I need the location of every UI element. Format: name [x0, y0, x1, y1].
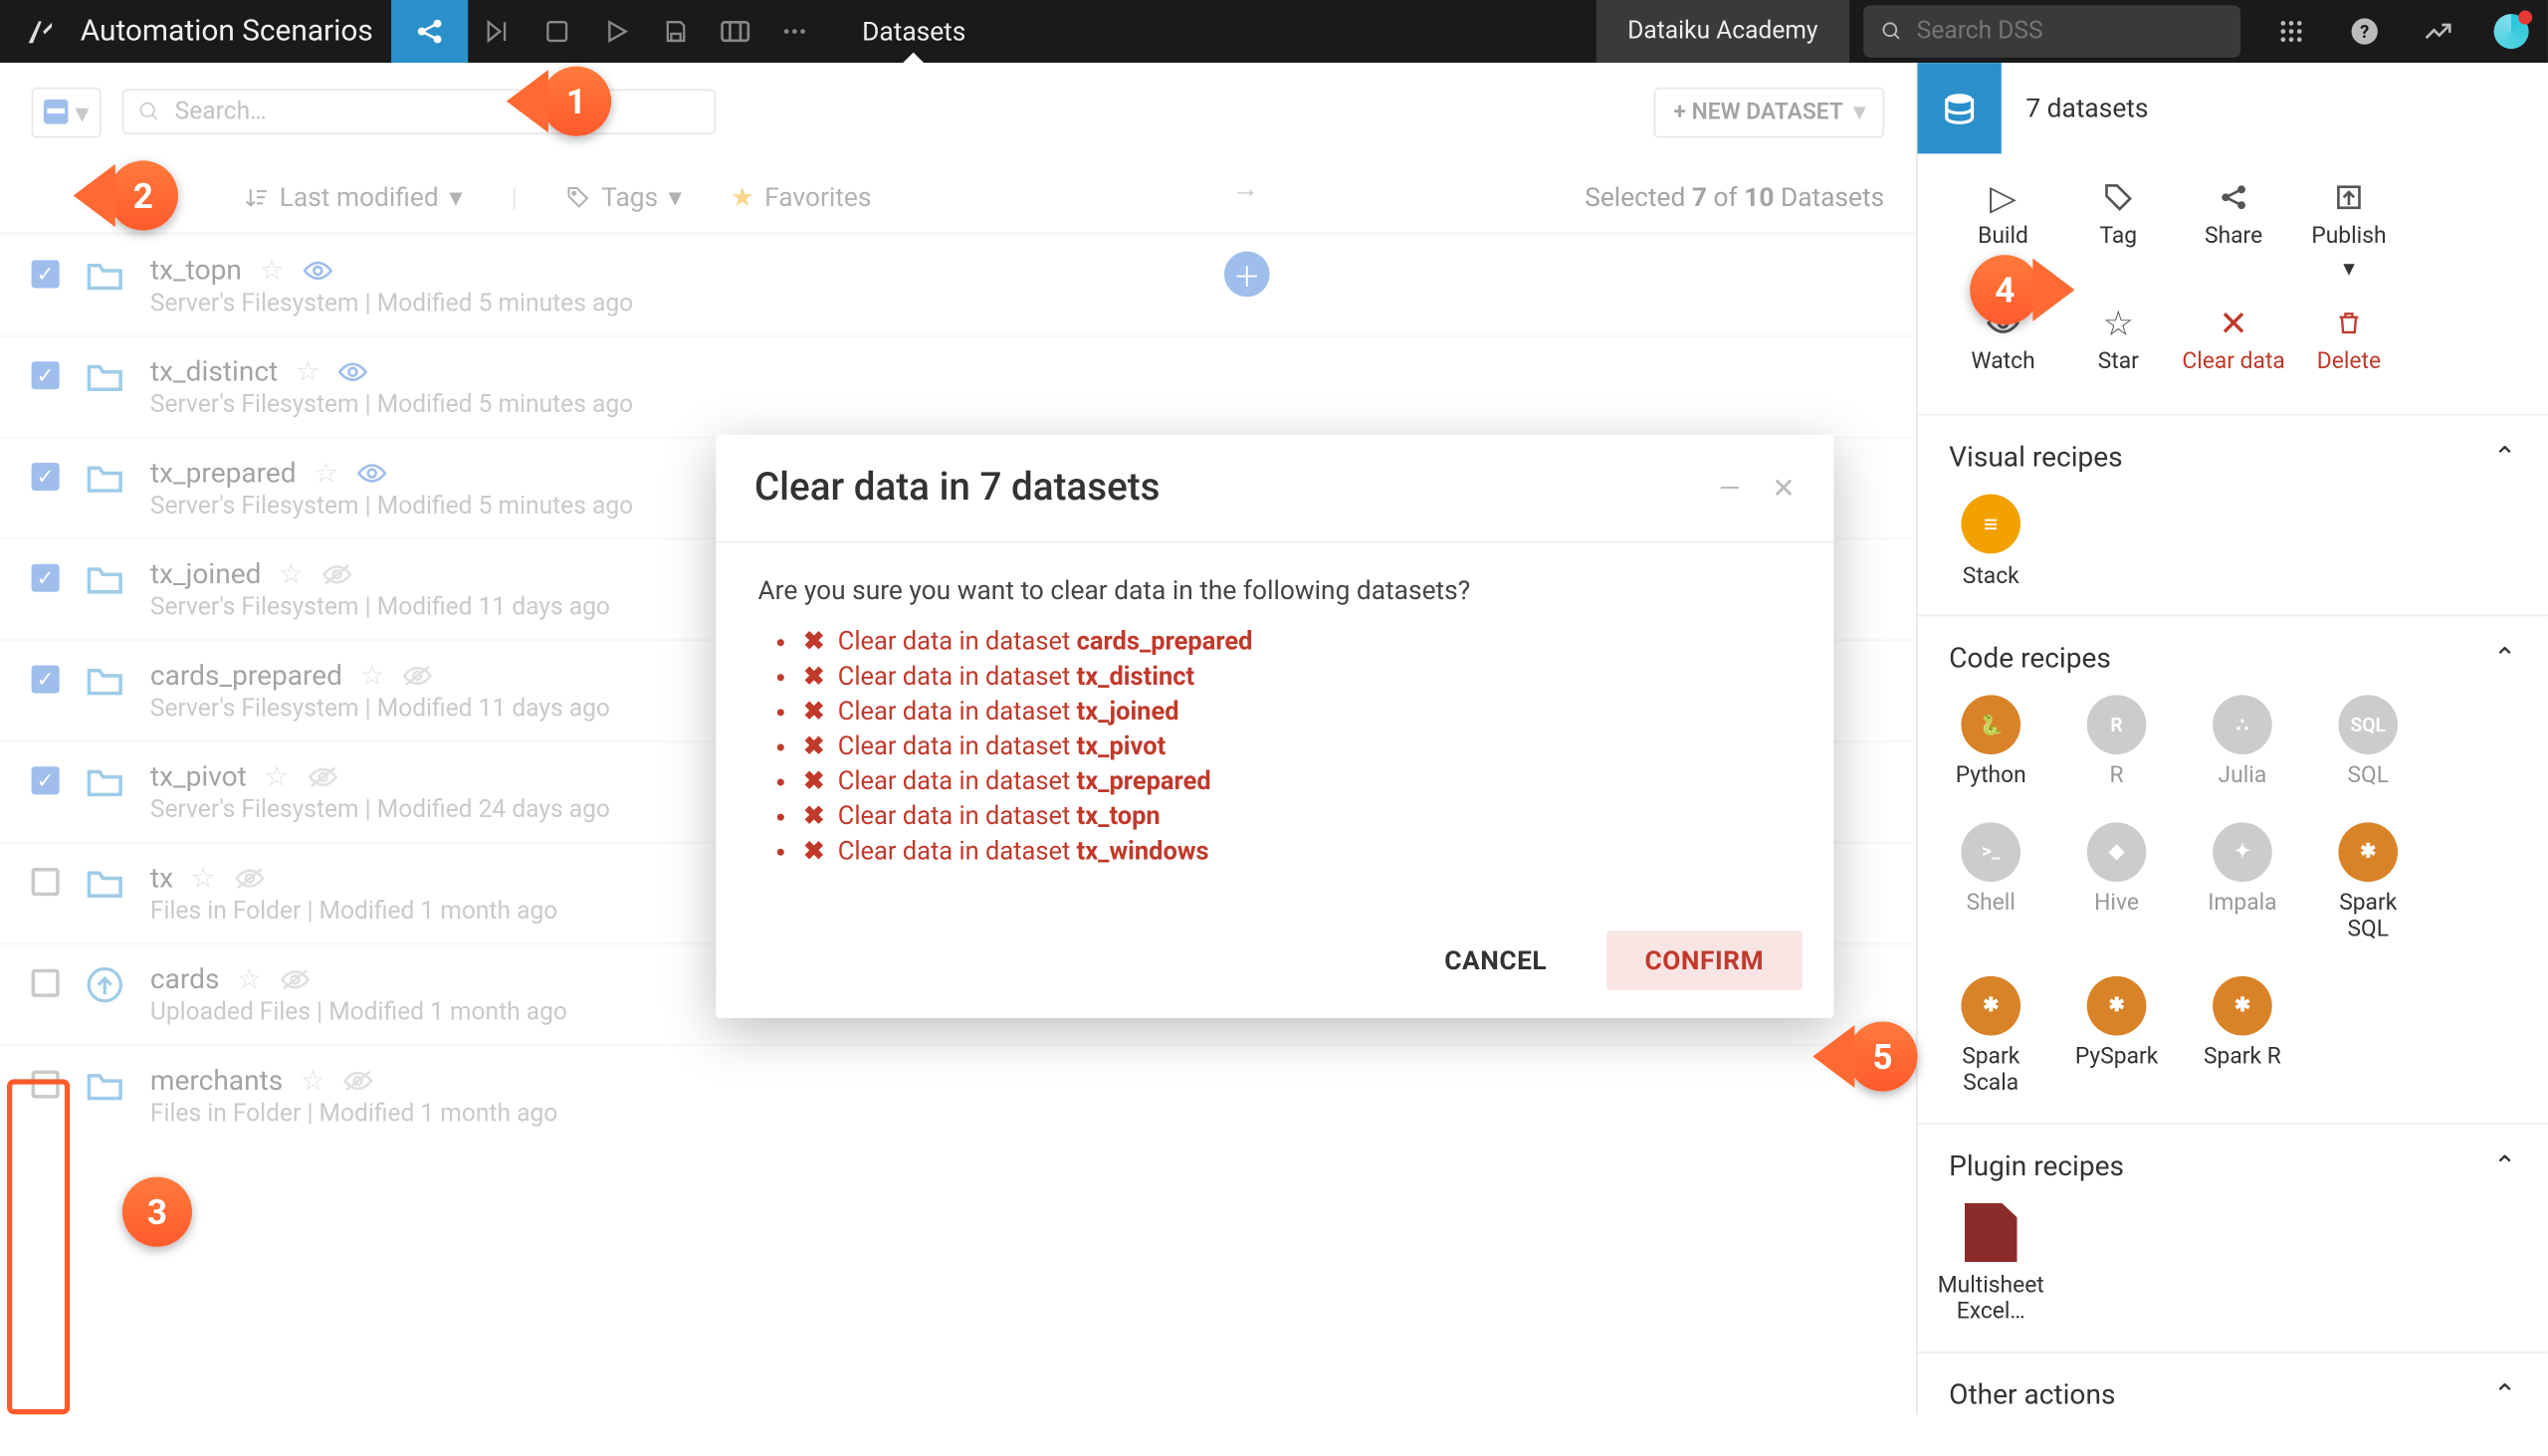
top-nav: Automation Scenarios Datasets Dataiku Ac…	[0, 0, 2548, 63]
modal-clear-item: ✖ Clear data in dataset tx_topn	[803, 801, 1792, 831]
svg-text:?: ?	[2360, 22, 2369, 43]
action-publish[interactable]: Publish ▾	[2291, 178, 2407, 283]
apps-icon[interactable]	[2254, 0, 2328, 63]
action-tag[interactable]: Tag	[2060, 178, 2176, 283]
recipe-pyspark[interactable]: ✱PySpark	[2074, 975, 2158, 1098]
modal-clear-item: ✖ Clear data in dataset tx_prepared	[803, 766, 1792, 796]
modal-minimize[interactable]: —	[1719, 472, 1741, 505]
chevron-icon[interactable]: ⌃	[2493, 1148, 2517, 1181]
right-panel-actions: ▷Build Tag Share Publish ▾ Watch ☆Star ✕…	[1918, 153, 2548, 415]
callout-3-box	[7, 1079, 70, 1414]
datasets-icon	[1918, 63, 2002, 153]
modal-title: Clear data in 7 datasets	[754, 466, 1161, 510]
action-star[interactable]: ☆Star	[2060, 304, 2176, 375]
callout-2: 2	[108, 160, 178, 230]
modal-clear-item: ✖ Clear data in dataset tx_windows	[803, 836, 1792, 866]
modal-clear-item: ✖ Clear data in dataset cards_prepared	[803, 627, 1792, 657]
chevron-icon[interactable]: ⌃	[2493, 641, 2517, 674]
modal-question: Are you sure you want to clear data in t…	[757, 574, 1792, 606]
academy-link[interactable]: Dataiku Academy	[1596, 0, 1849, 63]
modal-clear-item: ✖ Clear data in dataset tx_joined	[803, 697, 1792, 727]
right-panel-title: 7 datasets	[2002, 93, 2149, 124]
nav-icon-more[interactable]	[764, 0, 824, 63]
recipe-python[interactable]: 🐍Python	[1949, 695, 2032, 790]
tab-datasets[interactable]: Datasets	[824, 0, 1004, 63]
section-other-actions: Other actions ⌃	[1918, 1353, 2548, 1456]
main-panel: ▾ + NEW DATASET▾ Last modified▾ |	[0, 63, 1916, 1414]
global-search[interactable]	[1863, 5, 2240, 58]
right-panel: 7 datasets ▷Build Tag Share Publish ▾ Wa…	[1916, 63, 2548, 1414]
recipe-impala[interactable]: ✦Impala	[2201, 822, 2284, 944]
nav-icon-1[interactable]	[468, 0, 528, 63]
modal-clear-item: ✖ Clear data in dataset tx_distinct	[803, 662, 1792, 692]
modal-close[interactable]: ✕	[1772, 472, 1796, 505]
nav-icon-grid[interactable]	[705, 0, 764, 63]
confirm-button[interactable]: CONFIRM	[1606, 931, 1803, 990]
nav-icon-play[interactable]	[586, 0, 646, 63]
recipe-spark-r[interactable]: ✱Spark R	[2201, 975, 2284, 1098]
callout-1: 1	[541, 67, 611, 136]
clear-data-modal: Clear data in 7 datasets — ✕ Are you sur…	[716, 435, 1833, 1018]
flow-tab[interactable]	[390, 0, 467, 63]
nav-icon-save[interactable]	[646, 0, 706, 63]
section-plugin-title: Plugin recipes	[1949, 1148, 2124, 1181]
recipe-r[interactable]: RR	[2074, 695, 2158, 790]
recipe-spark-scala[interactable]: ✱Spark Scala	[1949, 975, 2032, 1098]
action-delete[interactable]: Delete	[2291, 304, 2407, 375]
logo-icon[interactable]	[0, 0, 81, 63]
recipe-multisheet-excel[interactable]: Multisheet Excel…	[1949, 1202, 2032, 1327]
action-clear-data[interactable]: ✕Clear data	[2176, 304, 2291, 375]
action-share[interactable]: Share	[2176, 178, 2291, 283]
nav-icon-2[interactable]	[527, 0, 586, 63]
modal-clear-item: ✖ Clear data in dataset tx_pivot	[803, 731, 1792, 761]
section-code-title: Code recipes	[1949, 641, 2111, 674]
chevron-icon[interactable]: ⌃	[2493, 1377, 2517, 1410]
recipe-sql[interactable]: SQLSQL	[2326, 695, 2410, 790]
recipe-stack[interactable]: ≡Stack	[1949, 495, 2032, 591]
recipe-julia[interactable]: ∴Julia	[2201, 695, 2284, 790]
recipe-spark-sql[interactable]: ✱Spark SQL	[2326, 822, 2410, 944]
section-code-recipes: Code recipes ⌃ 🐍Python RR ∴Julia SQLSQL >_She…	[1918, 616, 2548, 1124]
recipe-shell[interactable]: >_Shell	[1949, 822, 2032, 944]
chevron-icon[interactable]: ⌃	[2493, 440, 2517, 473]
callout-5: 5	[1847, 1021, 1917, 1091]
activity-icon[interactable]	[2402, 0, 2475, 63]
callout-3: 3	[122, 1177, 192, 1247]
recipe-hive[interactable]: ◆Hive	[2074, 822, 2158, 944]
global-search-input[interactable]	[1917, 18, 2224, 46]
section-plugin-recipes: Plugin recipes ⌃ Multisheet Excel…	[1918, 1124, 2548, 1352]
help-icon[interactable]: ?	[2328, 0, 2402, 63]
cancel-button[interactable]: CANCEL	[1406, 931, 1586, 990]
project-title[interactable]: Automation Scenarios	[81, 14, 391, 49]
section-visual-recipes: Visual recipes ⌃ ≡Stack	[1918, 416, 2548, 617]
callout-4: 4	[1970, 255, 2039, 324]
section-visual-title: Visual recipes	[1949, 440, 2123, 473]
section-other-title: Other actions	[1949, 1377, 2115, 1410]
user-avatar[interactable]	[2474, 0, 2548, 63]
